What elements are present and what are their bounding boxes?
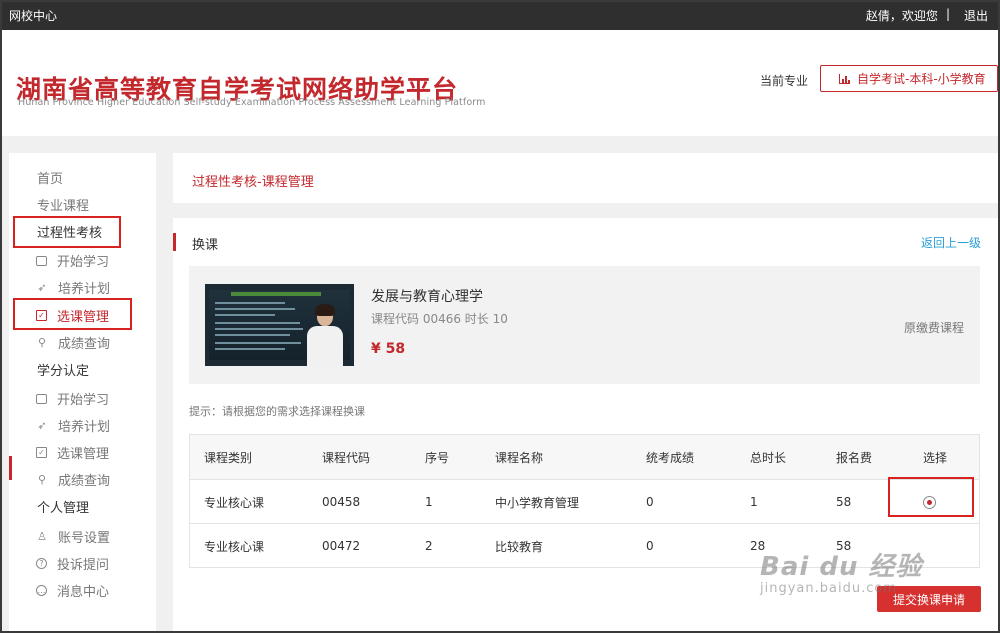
sidebar-item-credit-start-learning[interactable]: 开始学习 (9, 385, 156, 412)
cell-code: 00458 (322, 495, 361, 509)
sidebar-item-label: 专业课程 (37, 199, 90, 214)
rocket-icon: ➶ (37, 419, 47, 432)
watermark: Bai du 经验 jingyan.baidu.com (760, 546, 923, 596)
checkbox-icon: ✓ (36, 447, 47, 458)
section-marker (173, 233, 176, 251)
sidebar-item-process-scores[interactable]: ⚲ 成绩查询 (9, 329, 156, 356)
cell-category: 专业核心课 (204, 495, 265, 510)
sidebar-item-messages[interactable]: … 消息中心 (9, 577, 156, 604)
sidebar-item-label: 开始学习 (57, 393, 110, 408)
sidebar-item-label: 成绩查询 (58, 474, 111, 489)
cell-hours: 1 (750, 495, 758, 509)
column-header: 课程代码 (322, 451, 371, 465)
search-icon: ⚲ (37, 473, 47, 486)
sidebar-item-label: 投诉提问 (57, 558, 110, 573)
column-header: 统考成绩 (646, 451, 695, 465)
section-title: 换课 (192, 238, 219, 253)
cell-fee: 58 (836, 495, 852, 509)
cell-category: 专业核心课 (204, 539, 265, 554)
course-price: ¥ 58 (371, 341, 406, 357)
user-icon: ♙ (37, 530, 47, 543)
column-header: 报名费 (836, 451, 873, 465)
sidebar-item-process-start-learning[interactable]: 开始学习 (9, 247, 156, 274)
back-link[interactable]: 返回上一级 (921, 234, 981, 251)
sidebar-item-complaints[interactable]: ? 投诉提问 (9, 550, 156, 577)
sidebar-item-home[interactable]: 首页 (9, 164, 156, 191)
sidebar-item-label: 成绩查询 (58, 337, 111, 352)
current-major-label: 当前专业 (760, 74, 809, 88)
course-name: 发展与教育心理学 (371, 289, 483, 305)
course-note: 原缴费课程 (903, 321, 964, 335)
hint-text: 提示：请根据您的需求选择课程换课 (189, 405, 365, 418)
logo-subtitle: Hunan Province Higher Education Self-stu… (18, 97, 486, 108)
breadcrumb-text: 过程性考核-课程管理 (192, 175, 314, 190)
sidebar-item-process-plan[interactable]: ➶ 培养计划 (9, 274, 156, 301)
watermark-logo: Bai du 经验 (760, 552, 923, 582)
current-major-button[interactable]: 自学考试-本科-小学教育 (820, 65, 998, 92)
column-header: 序号 (425, 451, 450, 465)
column-header: 课程名称 (495, 451, 544, 465)
watermark-url: jingyan.baidu.com (760, 581, 897, 596)
sidebar-item-credit-plan[interactable]: ➶ 培养计划 (9, 412, 156, 439)
course-meta: 课程代码 00466 时长 10 (371, 312, 508, 326)
question-icon: ? (36, 558, 47, 569)
cell-code: 00472 (322, 539, 361, 553)
sidebar-group-title: 个人管理 (37, 501, 90, 516)
table-row[interactable]: 专业核心课 00458 1 中小学教育管理 0 1 58 (190, 480, 979, 524)
sidebar-group-credit[interactable]: 学分认定 (9, 356, 156, 383)
highlight-box-process (13, 216, 121, 248)
cell-name: 中小学教育管理 (495, 495, 580, 510)
cell-index: 1 (425, 495, 433, 509)
sidebar-group-title: 学分认定 (37, 364, 90, 379)
chat-icon: … (36, 585, 47, 596)
bar-chart-icon (839, 73, 850, 84)
logout-link[interactable]: 退出 (964, 7, 988, 24)
sidebar-item-label: 账号设置 (58, 531, 111, 546)
sidebar-item-credit-scores[interactable]: ⚲ 成绩查询 (9, 466, 156, 493)
cell-score: 0 (646, 495, 654, 509)
highlight-box-select (888, 477, 974, 517)
current-course-card: 发展与教育心理学 课程代码 00466 时长 10 ¥ 58 原缴费课程 (189, 266, 980, 384)
user-area: 赵倩，欢迎您 | 退出 (866, 7, 988, 24)
monitor-icon (36, 393, 47, 404)
sidebar-item-label: 首页 (37, 172, 64, 187)
table-header: 课程类别 课程代码 序号 课程名称 统考成绩 总时长 报名费 选择 (190, 435, 979, 480)
sidebar-item-label: 培养计划 (58, 282, 111, 297)
column-header: 总时长 (750, 451, 787, 465)
sidebar-item-label: 消息中心 (57, 585, 110, 600)
top-bar: 网校中心 赵倩，欢迎您 | 退出 (0, 0, 1000, 30)
course-thumbnail[interactable] (205, 284, 354, 366)
rocket-icon: ➶ (37, 281, 47, 294)
search-icon: ⚲ (37, 336, 47, 349)
column-header: 课程类别 (204, 451, 253, 465)
sidebar-item-label: 培养计划 (58, 420, 111, 435)
highlight-box-course-management (13, 298, 132, 330)
sidebar-item-label: 开始学习 (57, 255, 110, 270)
column-header: 选择 (923, 451, 948, 465)
site-header: 湖南省高等教育自学考试网络助学平台 Hunan Province Higher … (2, 30, 998, 136)
greeting-text: 赵倩，欢迎您 (865, 9, 938, 23)
cell-name: 比较教育 (495, 539, 544, 554)
sidebar-item-courses[interactable]: 专业课程 (9, 191, 156, 218)
breadcrumb: 过程性考核-课程管理 (173, 153, 998, 203)
cell-score: 0 (646, 539, 654, 553)
cell-index: 2 (425, 539, 433, 553)
sidebar-item-label: 选课管理 (57, 447, 110, 462)
current-major-value: 自学考试-本科-小学教育 (857, 72, 986, 86)
sidebar-item-account-settings[interactable]: ♙ 账号设置 (9, 523, 156, 550)
sidebar-item-credit-course-management[interactable]: ✓ 选课管理 (9, 439, 156, 466)
separator: | (945, 7, 950, 21)
sidebar-group-personal[interactable]: 个人管理 (9, 493, 156, 520)
portal-link[interactable]: 网校中心 (9, 7, 57, 24)
monitor-icon (36, 255, 47, 266)
